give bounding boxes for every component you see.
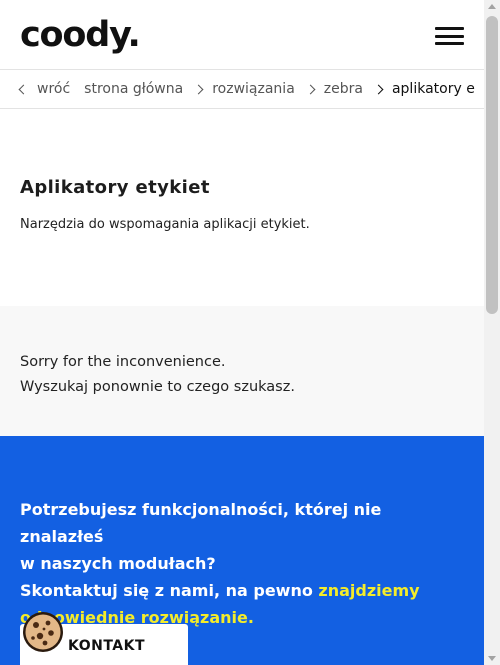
breadcrumb-item-zebra[interactable]: zebra xyxy=(305,81,363,97)
menu-bar xyxy=(435,27,464,30)
page-description: Narzędzia do wspomagania aplikacji etyki… xyxy=(20,217,310,232)
site-header: coody. xyxy=(0,0,484,70)
scroll-down-arrow-icon[interactable] xyxy=(488,656,496,661)
breadcrumb-back-label: wróć xyxy=(37,81,71,97)
menu-bar xyxy=(435,34,464,38)
breadcrumb: wróć strona główna rozwiązania zebra apl… xyxy=(0,70,484,109)
breadcrumb-current-label: aplikatory e xyxy=(391,81,475,97)
breadcrumb-current: aplikatory e xyxy=(373,81,475,97)
breadcrumb-item-home[interactable]: strona główna xyxy=(84,81,183,97)
cta-line: Skontaktuj się z nami, na pewno xyxy=(20,581,319,600)
logo[interactable]: coody. xyxy=(20,13,141,57)
breadcrumb-item-solutions[interactable]: rozwiązania xyxy=(193,81,295,97)
hamburger-menu-icon[interactable] xyxy=(435,27,464,45)
notice-section: Sorry for the inconvenience. Wyszukaj po… xyxy=(0,306,484,436)
chevron-left-icon xyxy=(18,84,29,94)
breadcrumb-item-label: zebra xyxy=(323,81,363,97)
cta-text: Potrzebujesz funkcjonalności, której nie… xyxy=(20,496,464,631)
cta-line: w naszych modułach? xyxy=(20,554,216,573)
notice-line: Sorry for the inconvenience. xyxy=(20,354,226,370)
notice-line: Wyszukaj ponownie to czego szukasz. xyxy=(20,379,295,395)
chevron-right-icon xyxy=(373,84,384,94)
page: coody. wróć strona główna rozwiązania ze… xyxy=(0,0,484,665)
breadcrumb-back-link[interactable]: wróć xyxy=(18,81,70,97)
contact-cta-section: Potrzebujesz funkcjonalności, której nie… xyxy=(0,436,484,665)
cookie-icon[interactable] xyxy=(21,610,65,654)
chevron-right-icon xyxy=(305,84,316,94)
hero-section: Aplikatory etykiet Narzędzia do wspomaga… xyxy=(0,109,484,306)
scrollbar-thumb[interactable] xyxy=(486,16,498,314)
cta-highlight: znajdziemy xyxy=(318,581,420,600)
cta-line: Potrzebujesz funkcjonalności, której nie… xyxy=(20,500,382,546)
breadcrumb-item-label: strona główna xyxy=(84,81,184,97)
scroll-up-arrow-icon[interactable] xyxy=(488,4,496,9)
page-title: Aplikatory etykiet xyxy=(20,177,210,198)
breadcrumb-item-label: rozwiązania xyxy=(212,81,295,97)
chevron-right-icon xyxy=(193,84,204,94)
vertical-scrollbar[interactable] xyxy=(484,0,500,665)
menu-bar xyxy=(435,42,464,45)
